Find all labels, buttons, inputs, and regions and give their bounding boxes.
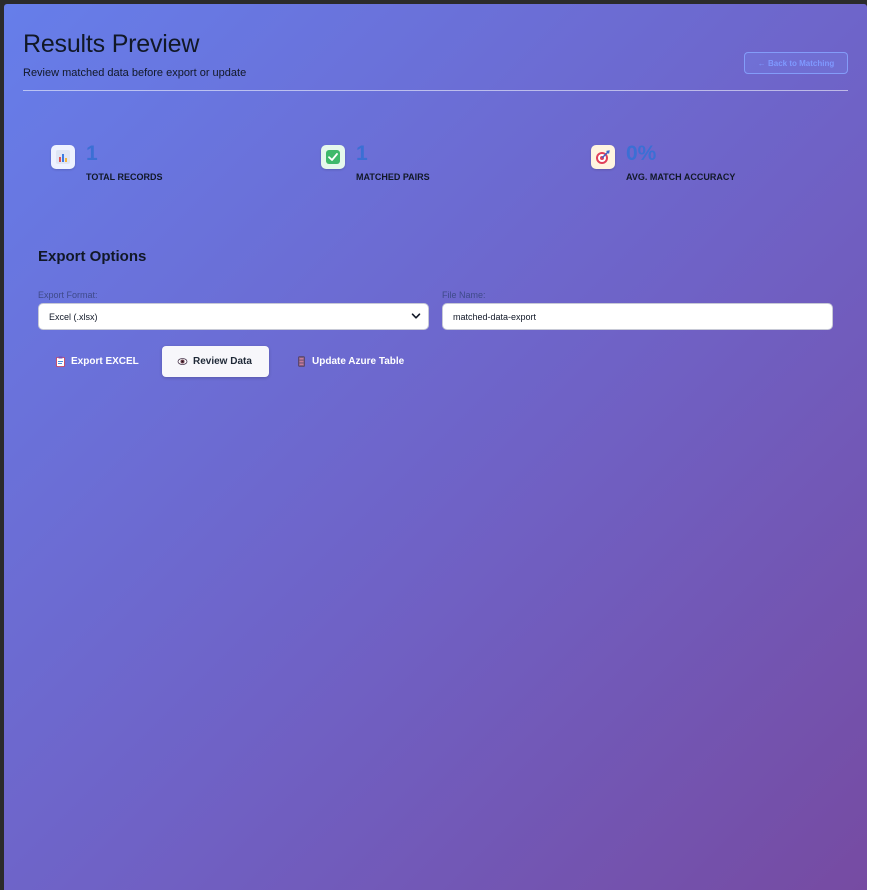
database-icon	[296, 356, 307, 367]
export-excel-label: Export EXCEL	[71, 356, 139, 367]
export-excel-button[interactable]: Export EXCEL	[55, 346, 139, 377]
clipboard-export-icon	[55, 356, 66, 367]
export-format-select[interactable]: Excel (.xlsx)	[38, 303, 429, 330]
stat-value: 0%	[626, 142, 657, 165]
check-box-icon	[321, 145, 345, 169]
file-name-value: matched-data-export	[453, 311, 537, 322]
export-options-heading: Export Options	[38, 248, 147, 265]
back-to-matching-button[interactable]: ← Back to Matching	[744, 52, 848, 74]
review-data-label: Review Data	[193, 356, 252, 367]
stat-total-records: 1 TOTAL RECORDS	[51, 142, 251, 192]
bar-chart-icon	[51, 145, 75, 169]
page-subtitle: Review matched data before export or upd…	[23, 67, 247, 79]
stat-label: MATCHED PAIRS	[356, 172, 430, 182]
page-title: Results Preview	[23, 30, 200, 58]
stat-value: 1	[86, 142, 98, 165]
eye-icon	[177, 356, 188, 367]
stat-value: 1	[356, 142, 368, 165]
page-header: Results Preview Review matched data befo…	[23, 30, 848, 91]
file-name-input[interactable]: matched-data-export	[442, 303, 833, 330]
update-azure-table-button[interactable]: Update Azure Table	[296, 346, 404, 377]
stat-label: TOTAL RECORDS	[86, 172, 163, 182]
update-azure-table-label: Update Azure Table	[312, 356, 405, 367]
window-right-edge	[867, 0, 872, 890]
export-format-label: Export Format:	[38, 290, 98, 300]
chevron-down-icon	[411, 313, 421, 319]
stat-avg-match-accuracy: 0% AVG. MATCH ACCURACY	[591, 142, 791, 192]
review-data-button[interactable]: Review Data	[162, 346, 269, 377]
target-icon	[591, 145, 615, 169]
file-name-label: File Name:	[442, 290, 486, 300]
export-format-value: Excel (.xlsx)	[49, 311, 98, 322]
stat-matched-pairs: 1 MATCHED PAIRS	[321, 142, 521, 192]
stat-label: AVG. MATCH ACCURACY	[626, 172, 736, 182]
results-page: Results Preview Review matched data befo…	[4, 4, 867, 890]
